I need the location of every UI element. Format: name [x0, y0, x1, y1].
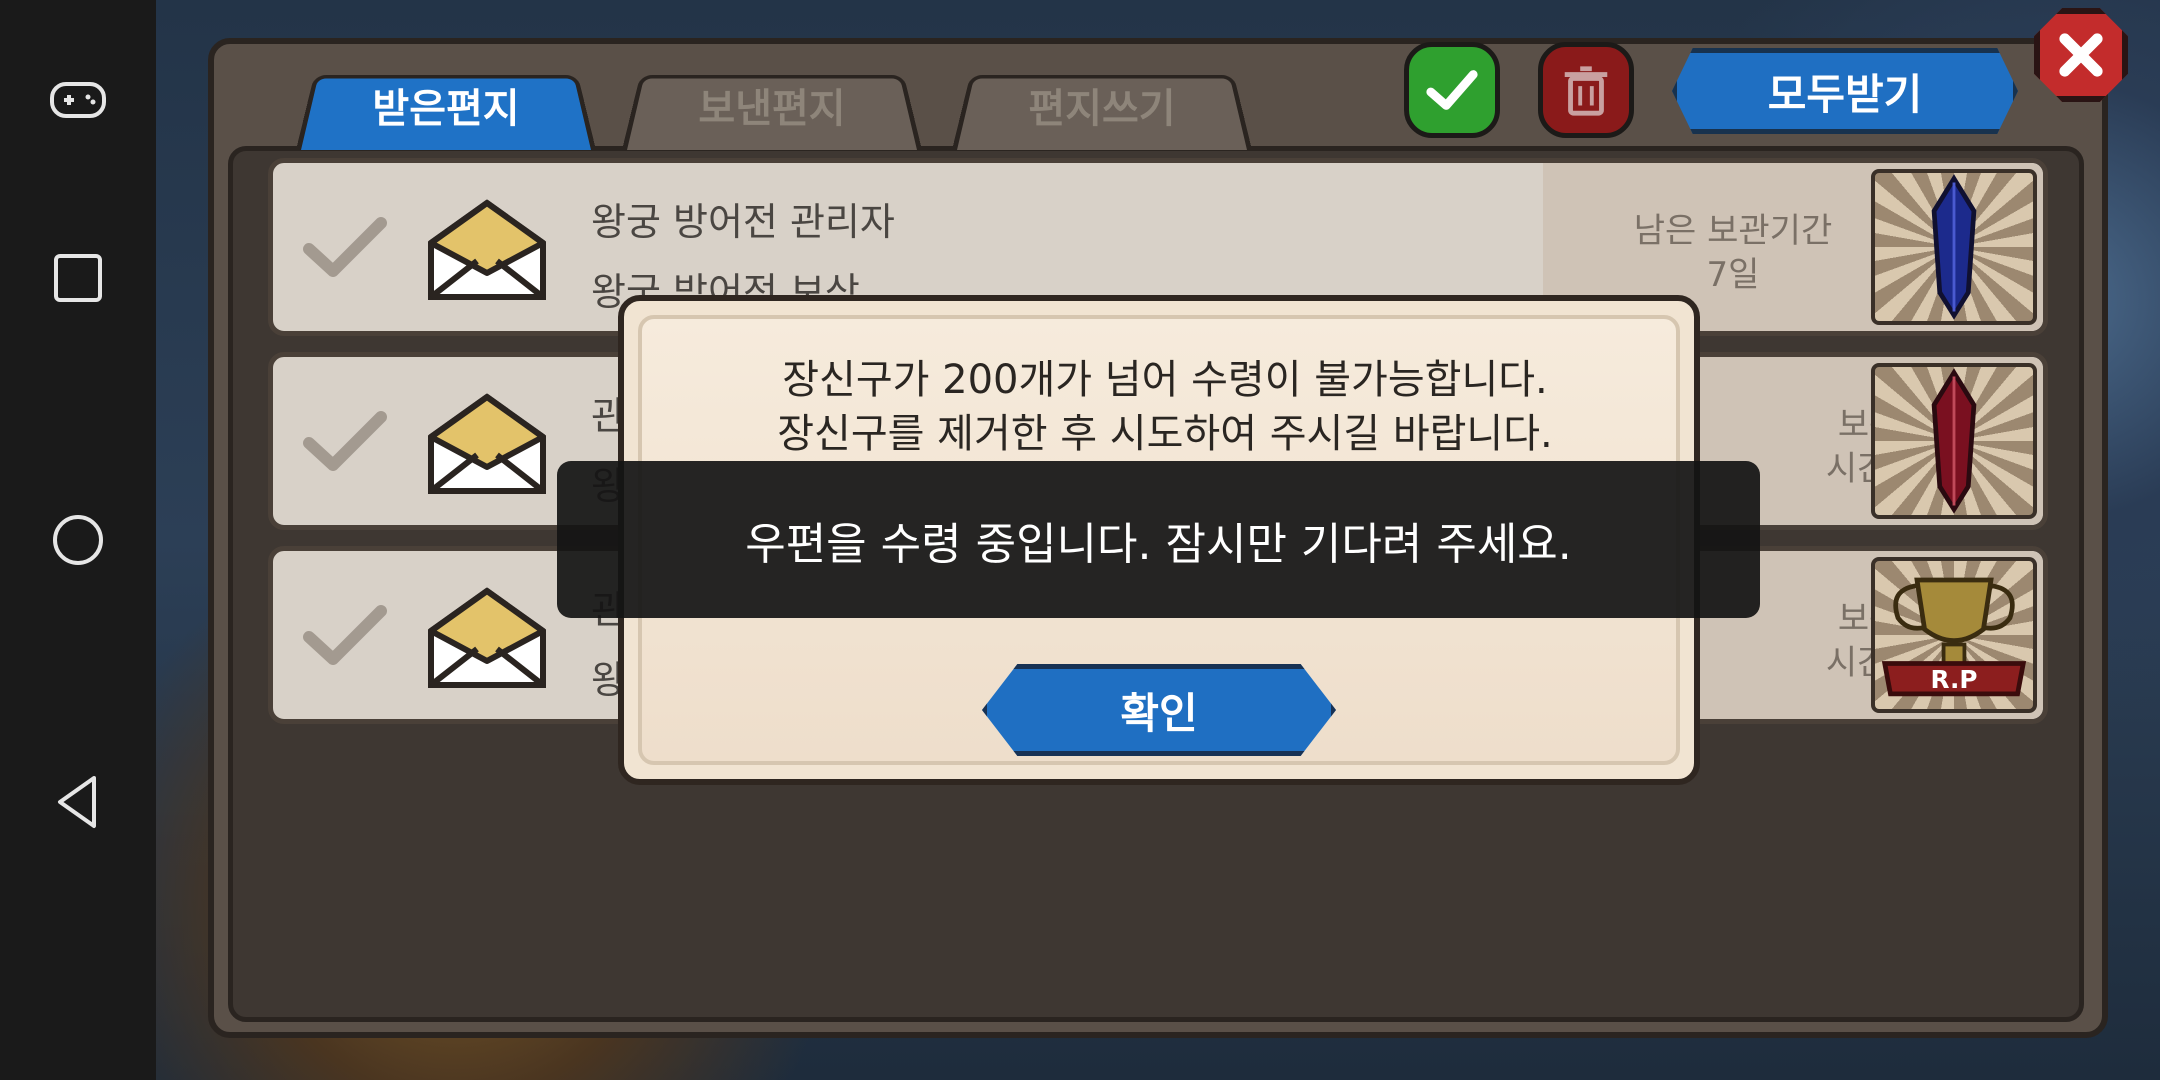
check-icon[interactable]	[303, 213, 387, 283]
toast-message: 우편을 수령 중입니다. 잠시만 기다려 주세요.	[557, 461, 1760, 618]
red-crystal-icon	[1931, 368, 1977, 514]
tab-sent[interactable]: 보낸편지	[622, 60, 922, 150]
reward-item-blue-crystal	[1871, 169, 2037, 325]
reward-item-red-crystal	[1871, 363, 2037, 519]
dialog-message-line1: 장신구가 200개가 넘어 수령이 불가능합니다.	[782, 357, 1548, 403]
envelope-open-icon	[428, 199, 546, 300]
trash-icon	[1564, 66, 1608, 116]
mail-sender: 왕궁 방어전 관리자	[591, 200, 895, 244]
confirm-button[interactable]: 확인	[982, 664, 1336, 756]
receive-all-button[interactable]: 모두받기	[1672, 48, 2018, 134]
reward-item-rp-trophy: R.P	[1871, 557, 2037, 713]
check-icon[interactable]	[303, 407, 387, 477]
delete-button[interactable]	[1538, 42, 1634, 138]
back-icon[interactable]	[40, 764, 116, 840]
envelope-open-icon	[428, 393, 546, 494]
close-button[interactable]	[2034, 8, 2128, 102]
home-icon[interactable]	[40, 502, 116, 578]
svg-text:R.P: R.P	[1931, 665, 1978, 694]
dialog-message-line2: 장신구를 제거한 후 시도하여 주시길 바랍니다.	[777, 411, 1553, 457]
close-icon	[2059, 33, 2103, 77]
envelope-open-icon	[428, 587, 546, 688]
check-icon	[1426, 70, 1478, 110]
recent-apps-icon[interactable]	[40, 240, 116, 316]
blue-crystal-icon	[1931, 174, 1977, 320]
android-nav-bar	[0, 0, 156, 1080]
tab-received[interactable]: 받은편지	[296, 60, 596, 150]
check-icon[interactable]	[303, 601, 387, 671]
tab-compose[interactable]: 편지쓰기	[952, 60, 1252, 150]
gamepad-icon[interactable]	[40, 62, 116, 138]
trophy-icon: R.P	[1881, 577, 2027, 697]
select-all-button[interactable]	[1404, 42, 1500, 138]
